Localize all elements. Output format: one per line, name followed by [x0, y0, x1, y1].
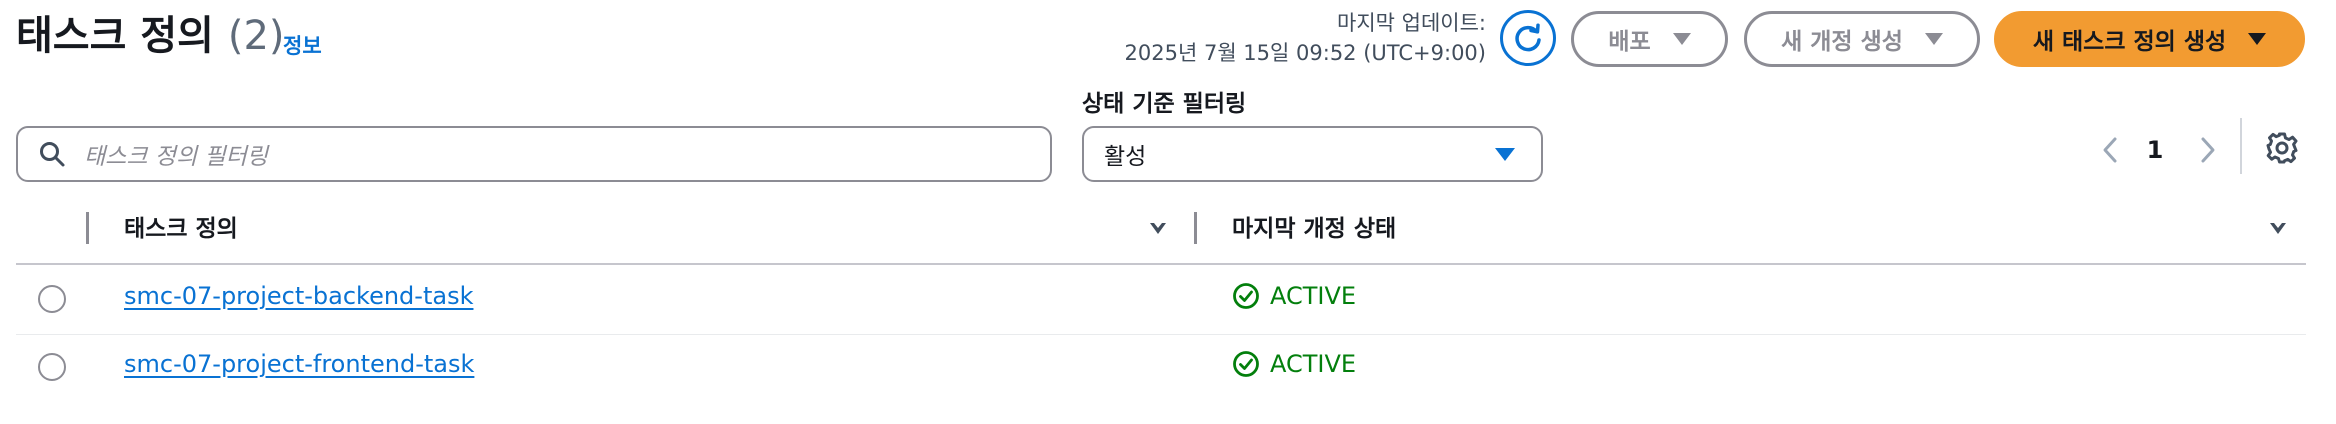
status-filter-label: 상태 기준 필터링	[1082, 91, 1247, 117]
new-revision-button-label: 새 개정 생성	[1781, 29, 1903, 55]
previous-page-button[interactable]	[2096, 130, 2124, 170]
row-select-radio[interactable]	[38, 353, 66, 381]
info-link[interactable]: 정보	[283, 30, 322, 60]
item-count: (2)	[227, 13, 285, 59]
column-divider	[86, 212, 89, 244]
new-revision-button[interactable]: 새 개정 생성	[1744, 11, 1980, 67]
page-title-text: 태스크 정의	[16, 13, 214, 59]
chevron-right-icon	[2201, 137, 2215, 163]
status-filter-value: 활성	[1104, 144, 1147, 170]
status-check-icon	[1233, 351, 1259, 377]
status-check-icon	[1233, 283, 1259, 309]
caret-down-icon	[1924, 33, 1943, 45]
status-cell: ACTIVE	[1232, 282, 1356, 310]
column-header-task-definition[interactable]: 태스크 정의	[124, 212, 238, 246]
column-resizer[interactable]	[1194, 212, 1197, 244]
status-cell: ACTIVE	[1232, 350, 1356, 378]
deploy-button[interactable]: 배포	[1571, 11, 1728, 67]
search-icon	[40, 142, 65, 167]
page-title: 태스크 정의 (2)	[16, 8, 285, 64]
status-text: ACTIVE	[1270, 350, 1357, 378]
search-placeholder: 태스크 정의 필터링	[84, 144, 268, 170]
status-text: ACTIVE	[1270, 282, 1357, 310]
last-update-value: 2025년 7월 15일 09:52 (UTC+9:00)	[1124, 41, 1486, 65]
next-page-button[interactable]	[2194, 130, 2222, 170]
column-header-last-revision-status[interactable]: 마지막 개정 상태	[1232, 212, 1396, 246]
pagination-divider	[2240, 118, 2242, 174]
chevron-left-icon	[2103, 137, 2117, 163]
preferences-button[interactable]	[2262, 128, 2302, 168]
create-task-definition-button-label: 새 태스크 정의 생성	[2032, 29, 2227, 55]
task-definition-link[interactable]: smc-07-project-backend-task	[124, 282, 473, 310]
sort-icon[interactable]	[2270, 220, 2286, 236]
refresh-button[interactable]	[1500, 10, 1556, 66]
row-select-radio[interactable]	[38, 285, 66, 313]
caret-down-icon	[1495, 147, 1515, 161]
caret-down-icon	[2248, 33, 2267, 45]
row-divider	[16, 334, 2306, 335]
status-filter-select[interactable]: 활성	[1082, 126, 1543, 182]
caret-down-icon	[1672, 33, 1691, 45]
settings-icon	[2266, 132, 2298, 164]
deploy-button-label: 배포	[1608, 29, 1651, 55]
task-definition-link[interactable]: smc-07-project-frontend-task	[124, 350, 474, 378]
search-input[interactable]: 태스크 정의 필터링	[16, 126, 1052, 182]
sort-icon[interactable]	[1150, 220, 1166, 236]
last-update-label: 마지막 업데이트:	[1337, 11, 1486, 35]
refresh-icon	[1515, 23, 1541, 52]
current-page-number[interactable]: 1	[2140, 130, 2170, 170]
table-header-divider	[16, 263, 2306, 265]
create-task-definition-button[interactable]: 새 태스크 정의 생성	[1994, 11, 2305, 67]
last-update: 마지막 업데이트: 2025년 7월 15일 09:52 (UTC+9:00)	[1125, 8, 1486, 68]
